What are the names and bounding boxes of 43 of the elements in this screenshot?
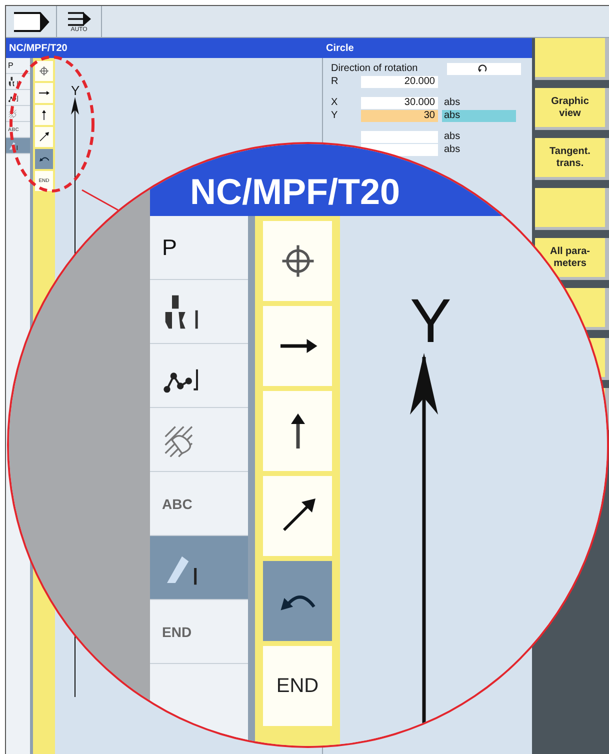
- tool-cell[interactable]: [35, 127, 53, 147]
- curved-arrow-icon: [38, 156, 50, 162]
- tool-cell[interactable]: END: [263, 646, 332, 726]
- rotation-direction-icon: [478, 64, 487, 73]
- tool-cell[interactable]: [263, 221, 332, 301]
- axis-label: Y: [71, 84, 80, 97]
- tool-cell[interactable]: [263, 391, 332, 471]
- rotation-field[interactable]: [447, 62, 521, 74]
- tool-cell[interactable]: [263, 306, 332, 386]
- active-unit-field[interactable]: abs: [442, 110, 516, 122]
- field-label: X: [331, 97, 339, 108]
- leader-line: [82, 189, 118, 211]
- axis-label: Y: [410, 291, 452, 353]
- unit-label: abs: [443, 130, 462, 142]
- hatched-shape-icon: [8, 108, 19, 119]
- auto-mode-icon: [66, 10, 92, 26]
- active-input-field[interactable]: 30: [361, 110, 438, 122]
- input-field[interactable]: [361, 130, 438, 142]
- field-label: Direction of rotation: [331, 63, 419, 74]
- crosshair-icon: [38, 65, 50, 77]
- cone-icon: [8, 140, 19, 151]
- unit-label: abs: [443, 144, 462, 156]
- unit-label: abs: [443, 96, 462, 108]
- machine-mode-icon: [12, 10, 50, 32]
- dialog-title: Circle: [325, 42, 355, 54]
- field-label: R: [331, 76, 340, 87]
- tool-cell[interactable]: [35, 83, 53, 103]
- selected-tool-cell[interactable]: [263, 561, 332, 641]
- tool-cell[interactable]: [263, 476, 332, 556]
- program-block[interactable]: [6, 74, 30, 90]
- softkey[interactable]: Tangent. trans.: [535, 138, 609, 180]
- input-field[interactable]: 20.000: [361, 76, 438, 88]
- input-field[interactable]: 30.000: [361, 96, 438, 108]
- program-path: NC/MPF/T20: [190, 174, 400, 210]
- selected-program-block[interactable]: [6, 138, 30, 154]
- diagonal-arrow-icon: [38, 131, 50, 143]
- selected-tool-cell[interactable]: [35, 149, 53, 169]
- program-path: NC/MPF/T20: [8, 42, 68, 54]
- field-label: Y: [331, 110, 339, 121]
- tool-holder-icon: [8, 76, 19, 87]
- tool-cell[interactable]: [35, 61, 53, 81]
- softkey[interactable]: Graphic view: [535, 88, 609, 130]
- tool-cell[interactable]: [35, 105, 53, 125]
